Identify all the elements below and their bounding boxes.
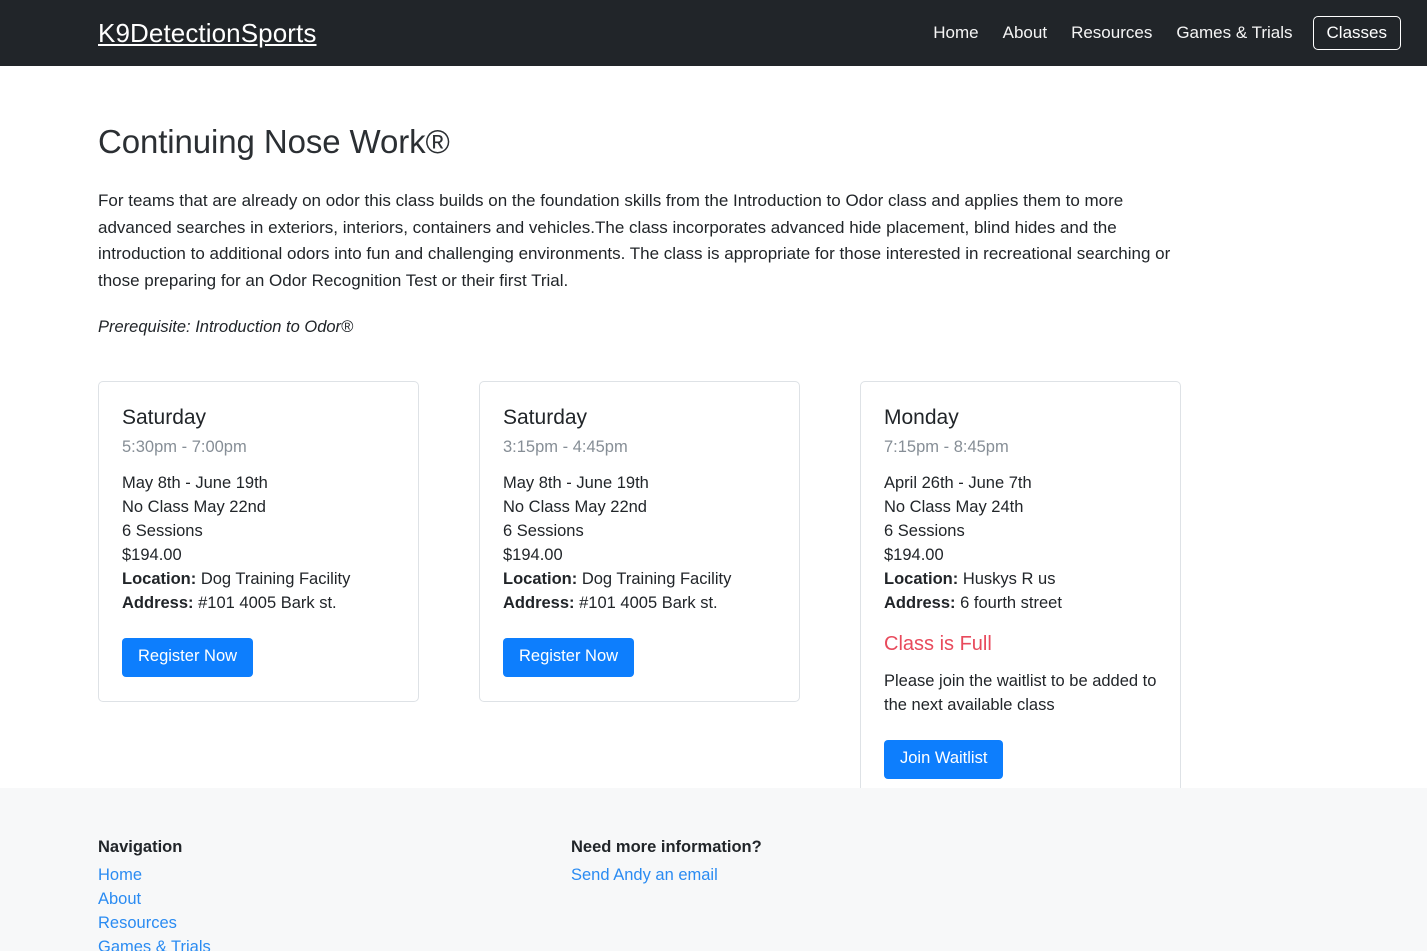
class-card: Monday 7:15pm - 8:45pm April 26th - June… <box>860 381 1181 805</box>
class-time: 5:30pm - 7:00pm <box>122 438 247 457</box>
class-day: Monday <box>884 406 959 429</box>
top-navbar: K9DetectionSports Home About Resources G… <box>0 0 1427 66</box>
class-address-value: #101 4005 Bark st. <box>198 594 337 613</box>
class-details: April 26th - June 7th No Class May 24th … <box>884 471 1157 615</box>
site-footer: Navigation Home About Resources Games & … <box>0 788 1427 951</box>
footer-info-column: Need more information? Send Andy an emai… <box>571 835 762 951</box>
nav-item-resources[interactable]: Resources <box>1059 18 1164 48</box>
class-price: $194.00 <box>503 546 563 565</box>
class-location-label: Location: <box>122 570 197 589</box>
class-location-label: Location: <box>884 570 959 589</box>
class-price: $194.00 <box>122 546 182 565</box>
class-address-row: Address: 6 fourth street <box>884 591 1157 615</box>
class-details: May 8th - June 19th No Class May 22nd 6 … <box>122 471 395 615</box>
class-location-row: Location: Huskys R us <box>884 567 1157 591</box>
footer-navigation-column: Navigation Home About Resources Games & … <box>98 835 571 951</box>
class-address-label: Address: <box>122 594 194 613</box>
class-location-value: Huskys R us <box>962 570 1056 589</box>
nav-item-classes[interactable]: Classes <box>1312 16 1401 50</box>
class-address-row: Address: #101 4005 Bark st. <box>122 591 395 615</box>
class-location-label: Location: <box>503 570 578 589</box>
nav-item-home[interactable]: Home <box>921 18 990 48</box>
class-full-status: Class is Full <box>884 633 992 656</box>
class-address-value: 6 fourth street <box>960 594 1062 613</box>
footer-link-about[interactable]: About <box>98 887 571 911</box>
footer-info-heading: Need more information? <box>571 838 762 856</box>
class-no-class-note: No Class May 22nd <box>122 498 266 517</box>
class-location-row: Location: Dog Training Facility <box>503 567 776 591</box>
register-now-button[interactable]: Register Now <box>122 638 254 678</box>
class-price: $194.00 <box>884 546 944 565</box>
footer-navigation-heading: Navigation <box>98 838 183 856</box>
class-card-list: Saturday 5:30pm - 7:00pm May 8th - June … <box>98 381 1329 805</box>
page-title: Continuing Nose Work® <box>98 123 450 160</box>
footer-link-resources[interactable]: Resources <box>98 911 571 935</box>
primary-navigation: Home About Resources Games & Trials Clas… <box>921 16 1401 50</box>
class-sessions: 6 Sessions <box>122 522 203 541</box>
site-logo[interactable]: K9DetectionSports <box>98 20 317 46</box>
footer-link-home[interactable]: Home <box>98 863 571 887</box>
class-time: 7:15pm - 8:45pm <box>884 438 1009 457</box>
class-time: 3:15pm - 4:45pm <box>503 438 628 457</box>
footer-link-games-trials[interactable]: Games & Trials <box>98 935 571 951</box>
page-root: K9DetectionSports Home About Resources G… <box>0 0 1427 951</box>
class-dates: May 8th - June 19th <box>122 474 268 493</box>
prerequisite-note: Prerequisite: Introduction to Odor® <box>98 318 354 336</box>
class-day: Saturday <box>503 406 588 429</box>
class-day: Saturday <box>122 406 207 429</box>
waitlist-message: Please join the waitlist to be added to … <box>884 672 1157 715</box>
class-dates: May 8th - June 19th <box>503 474 649 493</box>
class-dates: April 26th - June 7th <box>884 474 1032 493</box>
register-now-button[interactable]: Register Now <box>503 638 635 678</box>
class-no-class-note: No Class May 22nd <box>503 498 647 517</box>
class-description: For teams that are already on odor this … <box>98 191 1171 290</box>
class-location-value: Dog Training Facility <box>200 570 351 589</box>
join-waitlist-button[interactable]: Join Waitlist <box>884 740 1004 780</box>
class-card: Saturday 5:30pm - 7:00pm May 8th - June … <box>98 381 419 703</box>
class-address-label: Address: <box>503 594 575 613</box>
main-content: Continuing Nose Work® For teams that are… <box>0 66 1427 805</box>
class-no-class-note: No Class May 24th <box>884 498 1024 517</box>
class-location-value: Dog Training Facility <box>581 570 732 589</box>
class-details: May 8th - June 19th No Class May 22nd 6 … <box>503 471 776 615</box>
class-sessions: 6 Sessions <box>884 522 965 541</box>
nav-item-games-trials[interactable]: Games & Trials <box>1164 18 1304 48</box>
class-address-row: Address: #101 4005 Bark st. <box>503 591 776 615</box>
class-card: Saturday 3:15pm - 4:45pm May 8th - June … <box>479 381 800 703</box>
class-location-row: Location: Dog Training Facility <box>122 567 395 591</box>
class-address-value: #101 4005 Bark st. <box>579 594 718 613</box>
nav-item-about[interactable]: About <box>991 18 1059 48</box>
class-address-label: Address: <box>884 594 956 613</box>
footer-link-email-andy[interactable]: Send Andy an email <box>571 863 762 887</box>
class-sessions: 6 Sessions <box>503 522 584 541</box>
